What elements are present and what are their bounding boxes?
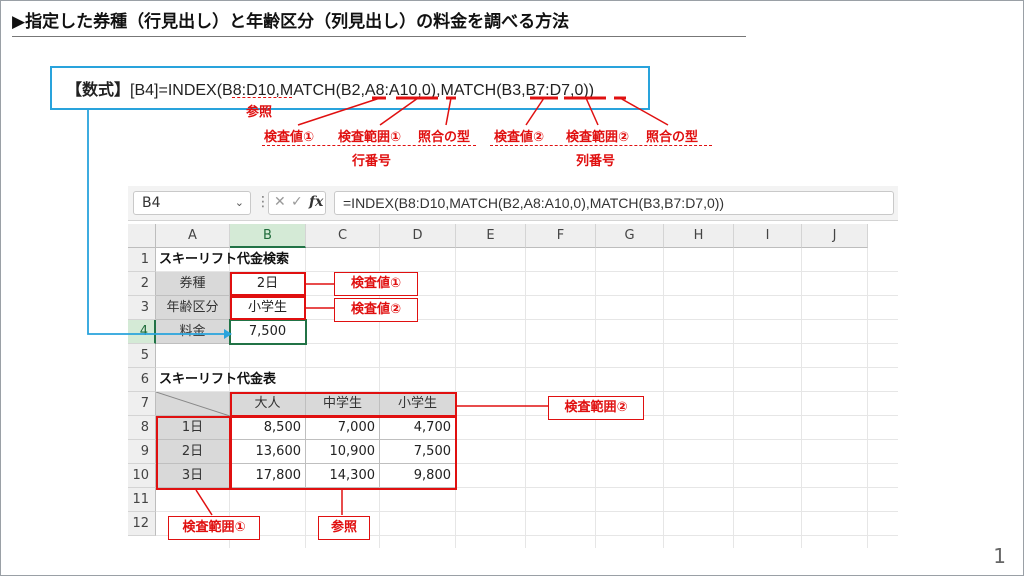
lookup-range-1-callout: 検査範囲① [168,516,260,540]
lookup-value-1-callout: 検査値① [334,272,418,296]
connector-lines [87,96,669,516]
lookup-value-2-callout: 検査値② [334,298,418,322]
lookup-range-2-callout: 検査範囲② [548,396,644,420]
ref-callout: 参照 [318,516,370,540]
page-number: 1 [993,544,1006,568]
